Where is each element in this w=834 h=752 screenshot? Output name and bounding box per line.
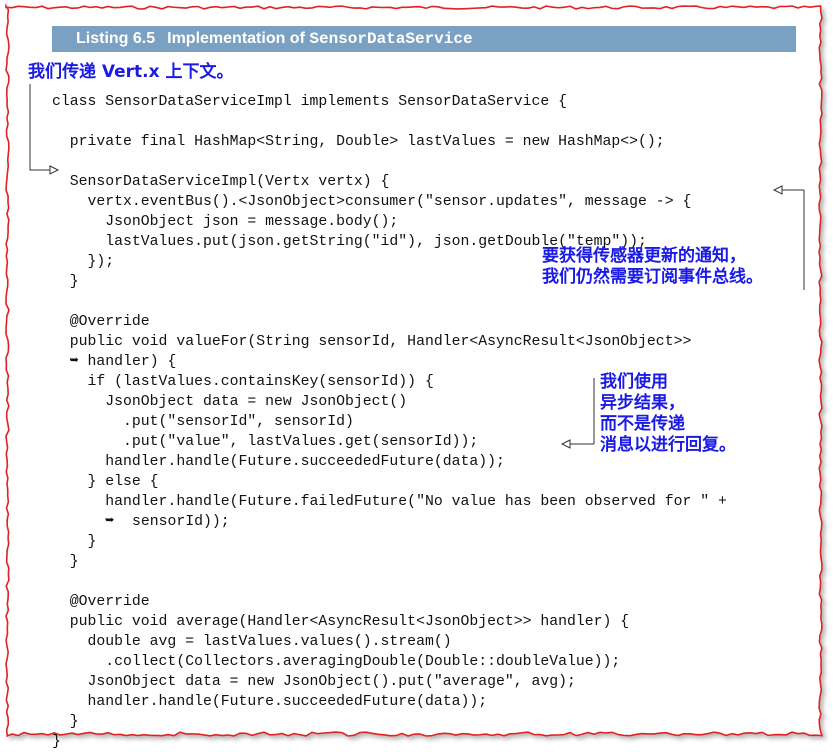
code-line: }	[52, 554, 79, 570]
annotation-async-result: 我们使用 异步结果， 而不是传递 消息以进行回复。	[600, 372, 736, 456]
annotation-line: 而不是传递	[600, 414, 685, 434]
code-line: @Override	[52, 314, 150, 330]
code-line: ➥ sensorId));	[52, 514, 230, 530]
code-line: } else {	[52, 474, 159, 490]
code-line: class SensorDataServiceImpl implements S…	[52, 94, 568, 110]
code-line: vertx.eventBus().<JsonObject>consumer("s…	[52, 194, 692, 210]
annotation-line: 要获得传感器更新的通知，	[542, 246, 746, 266]
code-line: SensorDataServiceImpl(Vertx vertx) {	[52, 174, 390, 190]
annotation-event-bus: 要获得传感器更新的通知， 我们仍然需要订阅事件总线。	[542, 246, 763, 288]
code-line: public void average(Handler<AsyncResult<…	[52, 614, 630, 630]
code-line: @Override	[52, 594, 150, 610]
annotation-line: 我们仍然需要订阅事件总线。	[542, 267, 763, 287]
annotation-vertx-context: 我们传递 Vert.x 上下文。	[28, 62, 234, 82]
code-line: }	[52, 714, 79, 730]
code-line: handler.handle(Future.failedFuture("No v…	[52, 494, 727, 510]
code-line: double avg = lastValues.values().stream(…	[52, 634, 452, 650]
annotation-line: 我们使用	[600, 372, 668, 392]
annotation-line: 消息以进行回复。	[600, 435, 736, 455]
code-line: JsonObject data = new JsonObject().put("…	[52, 674, 576, 690]
listing-title-class: SensorDataService	[309, 30, 473, 48]
code-line: public void valueFor(String sensorId, Ha…	[52, 334, 692, 350]
code-line: }	[52, 534, 97, 550]
listing-number: Listing 6.5	[76, 30, 156, 47]
code-line: .collect(Collectors.averagingDouble(Doub…	[52, 654, 621, 670]
code-line: JsonObject json = message.body();	[52, 214, 399, 230]
listing-header: Listing 6.5 Implementation of SensorDataS…	[52, 26, 796, 52]
annotation-line: 异步结果，	[600, 393, 685, 413]
code-line: ➥ handler) {	[52, 354, 177, 370]
listing-title-prefix: Implementation of	[167, 30, 310, 47]
code-line: private final HashMap<String, Double> la…	[52, 134, 665, 150]
code-line: }	[52, 734, 61, 750]
code-line: handler.handle(Future.succeededFuture(da…	[52, 694, 488, 710]
